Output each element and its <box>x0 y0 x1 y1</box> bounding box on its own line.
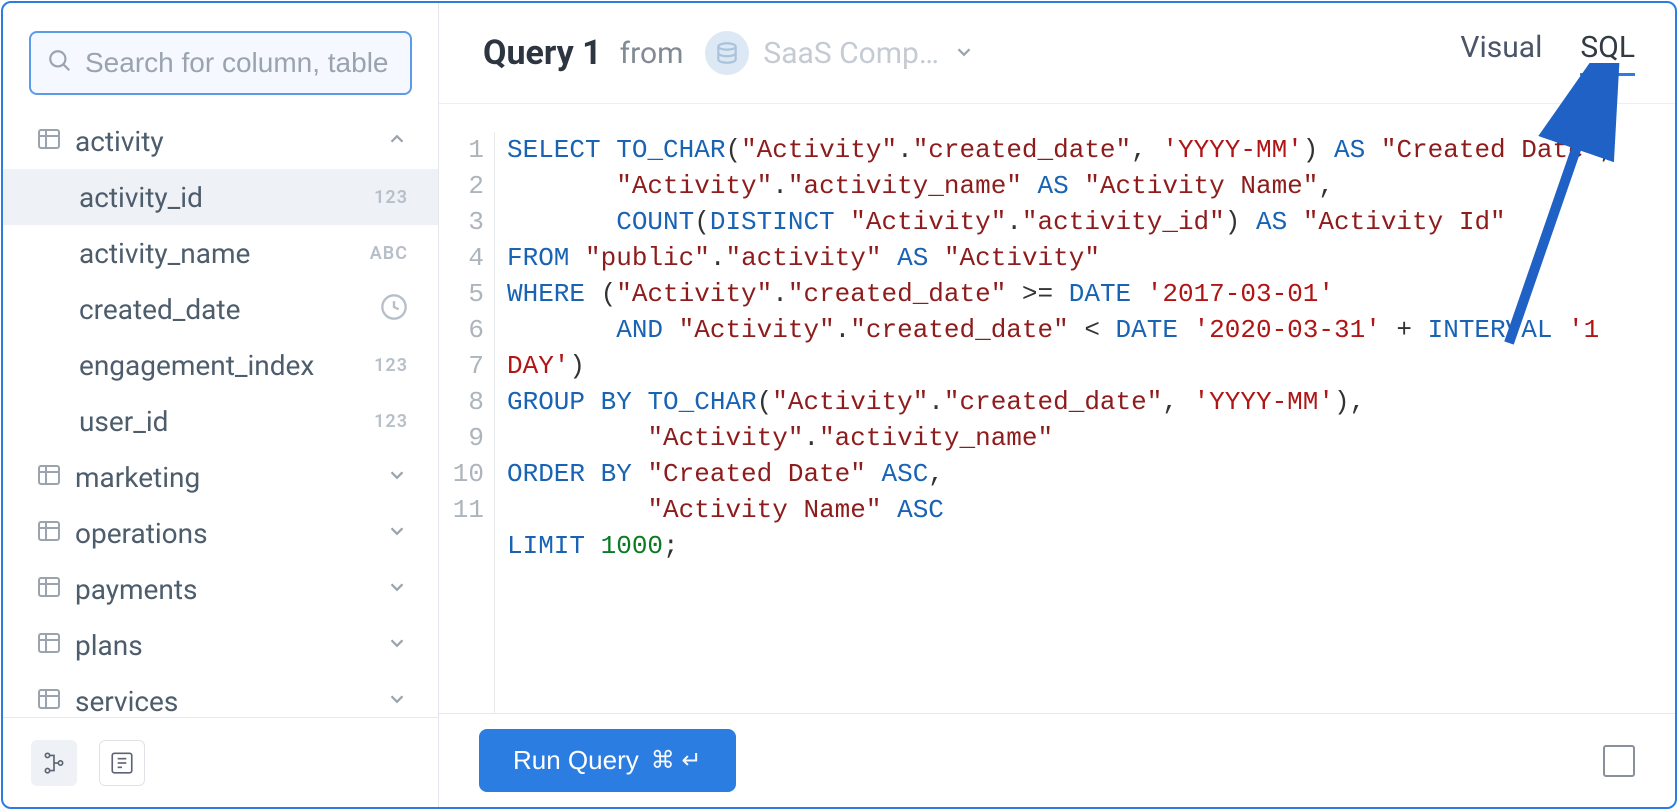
column-label: activity_name <box>37 237 370 270</box>
table-label: services <box>75 685 386 718</box>
chevron-down-icon <box>386 688 408 714</box>
run-label: Run Query <box>513 745 639 776</box>
table-payments[interactable]: payments <box>3 561 438 617</box>
expand-button[interactable] <box>1603 745 1635 777</box>
column-label: activity_id <box>37 181 374 214</box>
chevron-up-icon <box>386 128 408 154</box>
clock-icon <box>380 293 408 325</box>
main-panel: Query 1 from SaaS Comp… Visual SQL 1 2 3… <box>439 3 1675 807</box>
search-icon <box>47 48 73 78</box>
column-label: user_id <box>37 405 374 438</box>
sql-editor[interactable]: 1 2 3 4 5 6 7 8 9 10 11 SELECT TO_CHAR("… <box>439 104 1675 713</box>
editor-mode-tabs: Visual SQL <box>1460 30 1635 76</box>
type-badge: 123 <box>374 355 408 376</box>
from-label: from <box>620 36 684 71</box>
app-frame: activityactivity_id123activity_nameABCcr… <box>1 1 1677 809</box>
table-icon <box>37 128 61 154</box>
table-icon <box>37 632 61 658</box>
sidebar-footer <box>3 717 438 807</box>
line-gutter: 1 2 3 4 5 6 7 8 9 10 11 <box>439 132 495 713</box>
column-engagement_index[interactable]: engagement_index123 <box>3 337 438 393</box>
table-operations[interactable]: operations <box>3 505 438 561</box>
column-activity_name[interactable]: activity_nameABC <box>3 225 438 281</box>
table-icon <box>37 520 61 546</box>
tab-visual[interactable]: Visual <box>1460 30 1542 76</box>
table-activity[interactable]: activity <box>3 113 438 169</box>
database-name: SaaS Comp… <box>763 36 939 71</box>
run-query-button[interactable]: Run Query ⌘ ↵ <box>479 729 736 792</box>
chevron-down-icon <box>386 632 408 658</box>
settings-view-button[interactable] <box>99 740 145 786</box>
column-activity_id[interactable]: activity_id123 <box>3 169 438 225</box>
schema-tree: activityactivity_id123activity_nameABCcr… <box>3 107 438 717</box>
search-box[interactable] <box>29 31 412 95</box>
type-badge: 123 <box>374 411 408 432</box>
search-input[interactable] <box>85 47 394 79</box>
query-header: Query 1 from SaaS Comp… Visual SQL <box>439 3 1675 103</box>
chevron-down-icon <box>953 36 975 71</box>
tab-sql[interactable]: SQL <box>1580 30 1635 76</box>
column-label: engagement_index <box>37 349 374 382</box>
table-label: marketing <box>75 461 386 494</box>
chevron-down-icon <box>386 576 408 602</box>
table-marketing[interactable]: marketing <box>3 449 438 505</box>
table-label: payments <box>75 573 386 606</box>
schema-view-button[interactable] <box>31 740 77 786</box>
code-area[interactable]: SELECT TO_CHAR("Activity"."created_date"… <box>495 132 1675 713</box>
run-shortcut: ⌘ ↵ <box>651 746 702 775</box>
type-badge: ABC <box>370 243 408 264</box>
database-selector[interactable]: SaaS Comp… <box>705 31 975 75</box>
type-badge: 123 <box>374 187 408 208</box>
column-user_id[interactable]: user_id123 <box>3 393 438 449</box>
table-services[interactable]: services <box>3 673 438 717</box>
chevron-down-icon <box>386 464 408 490</box>
chevron-down-icon <box>386 520 408 546</box>
table-icon <box>37 688 61 714</box>
table-icon <box>37 464 61 490</box>
table-plans[interactable]: plans <box>3 617 438 673</box>
table-icon <box>37 576 61 602</box>
table-label: activity <box>75 125 386 158</box>
query-title[interactable]: Query 1 <box>483 33 602 73</box>
column-label: created_date <box>37 293 380 326</box>
search-wrap <box>3 3 438 107</box>
schema-sidebar: activityactivity_id123activity_nameABCcr… <box>3 3 439 807</box>
query-footer: Run Query ⌘ ↵ <box>439 713 1675 807</box>
table-label: operations <box>75 517 386 550</box>
table-label: plans <box>75 629 386 662</box>
column-created_date[interactable]: created_date <box>3 281 438 337</box>
database-icon <box>705 31 749 75</box>
